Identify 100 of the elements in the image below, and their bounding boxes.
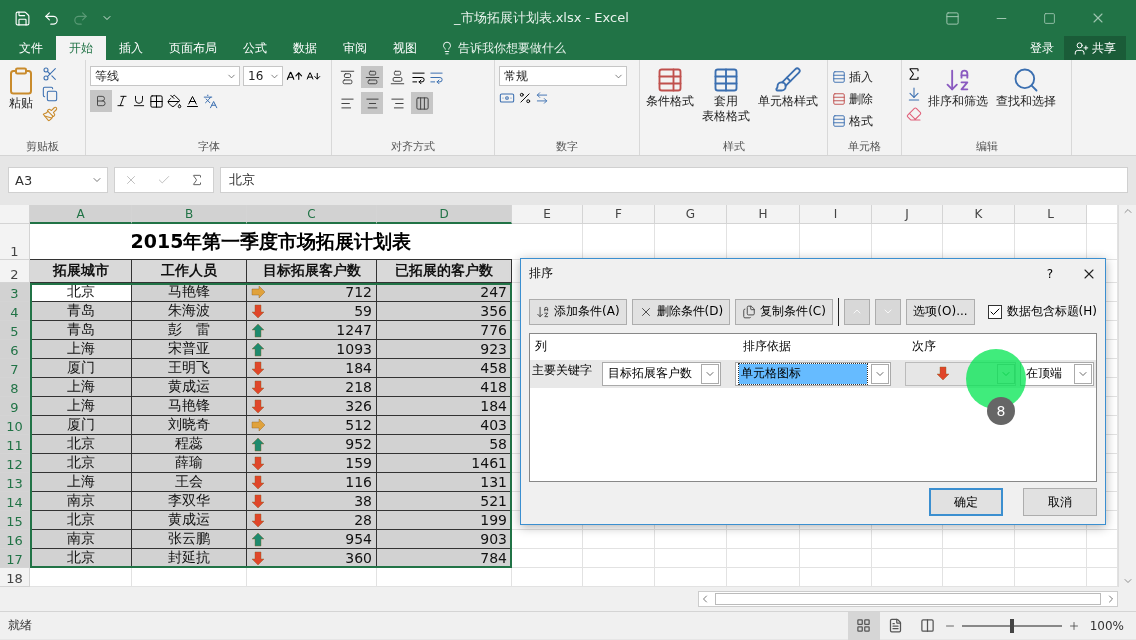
ribbon-tab[interactable]: 视图 xyxy=(380,36,430,60)
copy-icon[interactable] xyxy=(42,86,58,102)
format-button[interactable]: 格式 xyxy=(832,110,873,132)
empty-cell[interactable] xyxy=(800,549,872,568)
row-header[interactable]: 6 xyxy=(0,340,30,359)
ribbon-tab[interactable]: 公式 xyxy=(230,36,280,60)
ribbon-tab[interactable]: 文件 xyxy=(6,36,56,60)
font-size-field[interactable]: 16 xyxy=(243,66,283,86)
copy-button[interactable]: 复制条件(C) xyxy=(735,298,833,325)
column-header[interactable]: L xyxy=(1015,205,1087,224)
add-button[interactable]: 添加条件(A) xyxy=(529,298,627,325)
row-header[interactable]: 15 xyxy=(0,511,30,530)
row-header[interactable]: 5 xyxy=(0,321,30,340)
empty-cell[interactable] xyxy=(1015,530,1087,549)
row-header[interactable]: 18 xyxy=(0,568,30,587)
row-header[interactable]: 3 xyxy=(0,283,30,302)
row-header[interactable]: 12 xyxy=(0,454,30,473)
move-down-button[interactable] xyxy=(875,298,902,325)
format-painter-icon[interactable] xyxy=(42,106,58,122)
column-header[interactable]: F xyxy=(583,205,655,224)
row-header[interactable]: 7 xyxy=(0,359,30,378)
row-header[interactable]: 17 xyxy=(0,549,30,568)
vertical-scrollbar[interactable] xyxy=(1118,205,1136,587)
sort-on-dropdown[interactable]: 单元格图标 xyxy=(735,361,891,386)
italic-icon[interactable] xyxy=(115,94,129,108)
help-button[interactable]: ? xyxy=(1046,266,1053,281)
column-header[interactable]: B xyxy=(132,205,247,224)
normal-view-icon[interactable] xyxy=(847,611,880,640)
options-button[interactable]: 选项(O)... xyxy=(906,298,975,325)
cancel-button[interactable]: 取消 xyxy=(1023,488,1097,516)
align-button[interactable] xyxy=(361,92,383,114)
ribbon-display-icon[interactable] xyxy=(945,10,960,26)
delete-button[interactable]: 删除 xyxy=(832,88,873,110)
empty-cell[interactable] xyxy=(583,549,655,568)
ribbon-tab[interactable]: 开始 xyxy=(56,36,106,60)
sum-icon[interactable] xyxy=(906,66,922,82)
align-button[interactable] xyxy=(361,66,383,88)
ok-button[interactable]: 确定 xyxy=(929,488,1003,516)
row-header[interactable]: 8 xyxy=(0,378,30,397)
ribbon-tab[interactable]: 审阅 xyxy=(330,36,380,60)
checkbox[interactable] xyxy=(987,304,1002,319)
ribbon-tab[interactable]: 页面布局 xyxy=(156,36,230,60)
maximize-icon[interactable] xyxy=(1043,11,1056,25)
zoom-level[interactable]: 100% xyxy=(1089,618,1124,633)
row-header[interactable]: 1 xyxy=(0,224,30,260)
insert-button[interactable]: 插入 xyxy=(832,66,873,88)
ribbon-tab[interactable]: 数据 xyxy=(280,36,330,60)
horizontal-scrollbar[interactable] xyxy=(698,591,1118,607)
underline-icon[interactable] xyxy=(132,94,146,108)
formula-field[interactable]: 北京 xyxy=(220,167,1128,193)
empty-cell[interactable] xyxy=(727,549,800,568)
redo-icon[interactable] xyxy=(72,9,89,27)
column-header[interactable]: I xyxy=(800,205,872,224)
column-header[interactable]: D xyxy=(377,205,512,224)
select-all-corner[interactable] xyxy=(0,205,30,224)
position-dropdown[interactable]: 在顶端 xyxy=(1020,361,1094,386)
font-color-icon[interactable] xyxy=(185,93,200,109)
empty-cell[interactable] xyxy=(727,530,800,549)
move-up-button[interactable] xyxy=(844,298,871,325)
empty-cell[interactable] xyxy=(583,530,655,549)
empty-cell[interactable] xyxy=(872,530,943,549)
column-header[interactable]: A xyxy=(30,205,132,224)
format-as-table-button[interactable]: 套用 表格格式 xyxy=(700,66,752,137)
phonetic-icon[interactable] xyxy=(203,93,218,109)
column-header[interactable]: J xyxy=(872,205,943,224)
save-icon[interactable] xyxy=(14,9,31,27)
zoom-in-icon[interactable] xyxy=(1067,619,1080,632)
cut-icon[interactable] xyxy=(42,66,58,82)
row-header[interactable]: 9 xyxy=(0,397,30,416)
empty-cell[interactable] xyxy=(943,530,1015,549)
column-dropdown[interactable]: 目标拓展客户数 xyxy=(601,361,722,386)
font-name-field[interactable]: 等线 xyxy=(90,66,240,86)
bold-button[interactable] xyxy=(90,90,112,112)
column-header[interactable]: C xyxy=(247,205,377,224)
fill-color-icon[interactable] xyxy=(167,93,182,109)
row-header[interactable]: 16 xyxy=(0,530,30,549)
empty-cell[interactable] xyxy=(655,549,727,568)
enter-icon[interactable] xyxy=(157,173,171,187)
column-header[interactable]: K xyxy=(943,205,1015,224)
header-checkbox[interactable]: 数据包含标题(H) xyxy=(987,303,1097,321)
eraser-icon[interactable] xyxy=(906,106,922,122)
row-header[interactable]: 11 xyxy=(0,435,30,454)
sort-level-row[interactable]: 主要关键字 目标拓展客户数 单元格图标 在顶端 xyxy=(530,359,1096,388)
share-button[interactable]: 共享 xyxy=(1064,36,1126,60)
column-header[interactable]: E xyxy=(512,205,583,224)
zoom-thumb[interactable] xyxy=(1009,618,1014,633)
find-select-button[interactable]: 查找和选择 xyxy=(994,66,1058,137)
empty-cell[interactable] xyxy=(800,530,872,549)
name-box[interactable]: A3 xyxy=(8,167,108,193)
empty-cell[interactable] xyxy=(943,549,1015,568)
borders-icon[interactable] xyxy=(149,93,164,109)
empty-cell[interactable] xyxy=(872,549,943,568)
row-header[interactable]: 4 xyxy=(0,302,30,321)
row-header[interactable]: 2 xyxy=(0,260,30,283)
undo-icon[interactable] xyxy=(43,9,60,27)
number-format-field[interactable]: 常规 xyxy=(499,66,627,86)
wrap-text-icon[interactable] xyxy=(429,69,444,85)
currency-icon[interactable] xyxy=(499,90,515,106)
column-header[interactable]: G xyxy=(655,205,727,224)
percent-icon[interactable] xyxy=(518,91,532,105)
